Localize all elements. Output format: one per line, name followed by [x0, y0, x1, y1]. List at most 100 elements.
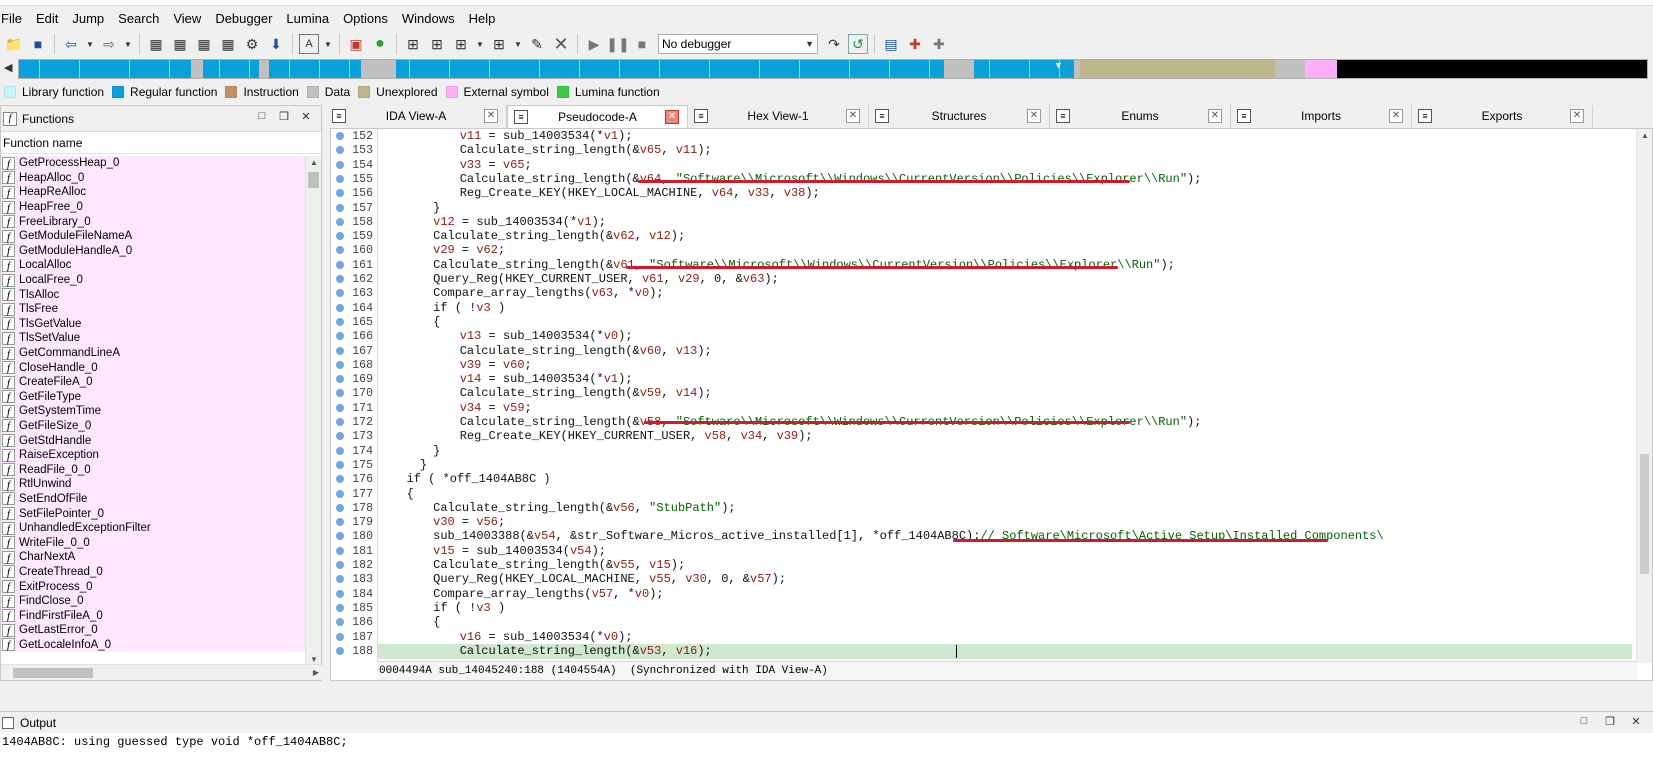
pseudocode-vertical-scrollbar[interactable]: ▲ — [1636, 129, 1652, 663]
function-list-item[interactable]: f GetStdHandle — [1, 433, 306, 448]
line-marker-dot[interactable] — [336, 174, 344, 183]
line-marker-dot[interactable] — [336, 489, 344, 498]
line-marker-dot[interactable] — [336, 618, 344, 627]
menu-search[interactable]: Search — [111, 7, 166, 31]
code-line[interactable]: Compare_array_lengths(v63, *v0); — [378, 286, 1632, 301]
scrollbar-thumb[interactable] — [1640, 454, 1649, 574]
gutter-row[interactable]: 180 — [331, 529, 377, 544]
gutter-row[interactable]: 175 — [331, 458, 377, 473]
navigation-strip[interactable]: ▼ — [18, 59, 1648, 79]
line-marker-dot[interactable] — [336, 389, 344, 398]
gutter-row[interactable]: 162 — [331, 272, 377, 287]
function-list-item[interactable]: f HeapFree_0 — [1, 199, 306, 215]
gutter-row[interactable]: 188 — [331, 644, 377, 659]
code-line[interactable]: { — [378, 487, 1632, 502]
search-next-icon[interactable]: ▦ — [218, 34, 238, 54]
function-list-item[interactable]: f RaiseException — [1, 447, 306, 463]
close-x-icon[interactable]: ✕ — [551, 34, 571, 54]
code-line[interactable]: Calculate_string_length(&v53, v16); — [378, 643, 1632, 659]
line-marker-dot[interactable] — [336, 575, 344, 584]
line-marker-dot[interactable] — [336, 546, 344, 555]
code-line[interactable]: v13 = sub_14003534(*v0); — [378, 329, 1632, 344]
line-marker-dot[interactable] — [336, 632, 344, 641]
gutter-row[interactable]: 160 — [331, 243, 377, 258]
line-marker-dot[interactable] — [336, 475, 344, 484]
gutter-row[interactable]: 169 — [331, 372, 377, 387]
gutter-row[interactable]: 179 — [331, 515, 377, 530]
code-line[interactable]: sub_14003388(&v54, &str_Software_Micros_… — [378, 529, 1632, 544]
function-list-item[interactable]: f LocalAlloc — [1, 258, 306, 273]
line-marker-dot[interactable] — [336, 232, 344, 241]
settings-icon[interactable]: ✚ — [929, 34, 949, 54]
gutter-row[interactable]: 157 — [331, 201, 377, 216]
debugger-select[interactable]: No debugger ▼ — [658, 34, 818, 54]
line-marker-dot[interactable] — [336, 132, 344, 140]
run-green-icon[interactable]: ● — [370, 34, 390, 54]
code-line[interactable]: v16 = sub_14003534(*v0); — [378, 630, 1632, 645]
chevron-down-icon[interactable]: ▼ — [323, 34, 333, 54]
line-marker-dot[interactable] — [336, 360, 344, 369]
function-list-item[interactable]: f SetFilePointer_0 — [1, 506, 306, 521]
function-list-item[interactable]: f SetEndOfFile — [1, 491, 306, 507]
code-line[interactable]: v30 = v56; — [378, 515, 1632, 530]
line-marker-dot[interactable] — [336, 146, 344, 155]
line-marker-dot[interactable] — [336, 346, 344, 355]
line-marker-dot[interactable] — [336, 589, 344, 598]
stop-icon[interactable]: ■ — [632, 34, 652, 54]
gutter-row[interactable]: 167 — [331, 344, 377, 359]
function-list-item[interactable]: f TlsGetValue — [1, 316, 306, 332]
menu-view[interactable]: View — [166, 7, 208, 31]
code-line[interactable]: Compare_array_lengths(v57, *v0); — [378, 587, 1632, 602]
chart-icon[interactable]: ▣ — [346, 34, 366, 54]
code-line[interactable]: v33 = v65; — [378, 158, 1632, 173]
code-line[interactable]: { — [378, 615, 1632, 630]
gutter-row[interactable]: 165 — [331, 315, 377, 330]
line-marker-dot[interactable] — [336, 561, 344, 569]
close-tab-icon[interactable]: ✕ — [1570, 109, 1584, 123]
tab-ida-view-a[interactable]: ≡ IDA View-A ✕ — [326, 105, 507, 128]
function-list-item[interactable]: f TlsAlloc — [1, 287, 306, 302]
menu-file[interactable]: File — [0, 7, 29, 31]
code-line[interactable]: } — [378, 444, 1632, 459]
menu-options[interactable]: Options — [336, 7, 395, 31]
tab-pseudocode-a[interactable]: ≡ Pseudocode-A ✕ — [507, 105, 688, 128]
trace-icon[interactable]: ⊞ — [451, 34, 471, 54]
function-list-item[interactable]: f HeapReAlloc — [1, 185, 306, 200]
function-list-item[interactable]: f GetLocaleInfoA_0 — [1, 637, 306, 653]
code-line[interactable]: v39 = v60; — [378, 358, 1632, 373]
line-marker-dot[interactable] — [336, 260, 344, 269]
function-list-item[interactable]: f GetModuleFileNameA — [1, 228, 306, 244]
gutter-row[interactable]: 153 — [331, 143, 377, 158]
menu-debugger[interactable]: Debugger — [208, 7, 279, 31]
scrollbar-thumb[interactable] — [308, 172, 319, 188]
gutter-row[interactable]: 170 — [331, 386, 377, 401]
nav-left-arrow-icon[interactable]: ◀ — [4, 61, 12, 74]
code-line[interactable]: Calculate_string_length(&v62, v12); — [378, 229, 1632, 244]
menu-help[interactable]: Help — [462, 7, 503, 31]
code-line[interactable]: Query_Reg(HKEY_CURRENT_USER, v61, v29, 0… — [378, 272, 1632, 287]
sync-icon[interactable]: ↺ — [848, 34, 868, 54]
gutter-row[interactable]: 183 — [331, 572, 377, 587]
function-list-item[interactable]: f GetModuleHandleA_0 — [1, 243, 306, 259]
close-icon[interactable]: ✕ — [295, 110, 317, 123]
function-list-item[interactable]: f GetLastError_0 — [1, 623, 306, 638]
function-list-item[interactable]: f TlsSetValue — [1, 331, 306, 346]
gutter-row[interactable]: 187 — [331, 630, 377, 645]
menu-jump[interactable]: Jump — [65, 7, 111, 31]
gutter-row[interactable]: 166 — [331, 329, 377, 344]
tab-hex-view-1[interactable]: ≡ Hex View-1 ✕ — [688, 105, 869, 128]
plugin-icon[interactable]: ✚ — [905, 34, 925, 54]
scroll-up-icon[interactable]: ▲ — [310, 158, 318, 167]
restore-icon[interactable]: ❐ — [1597, 715, 1623, 728]
edit-icon[interactable]: ✎ — [527, 34, 547, 54]
function-list-item[interactable]: f CreateFileA_0 — [1, 374, 306, 390]
line-marker-dot[interactable] — [336, 503, 344, 512]
chevron-down-icon[interactable]: ▼ — [475, 34, 485, 54]
step-icon[interactable]: ⊞ — [489, 34, 509, 54]
function-list-item[interactable]: f CharNextA — [1, 550, 306, 565]
function-list-item[interactable]: f RtlUnwind — [1, 477, 306, 492]
functions-horizontal-scrollbar[interactable]: ▶ — [1, 664, 323, 680]
code-line[interactable]: Calculate_string_length(&v60, v13); — [378, 344, 1632, 359]
function-list-item[interactable]: f FreeLibrary_0 — [1, 214, 306, 229]
graph-icon[interactable]: ⚙ — [242, 34, 262, 54]
